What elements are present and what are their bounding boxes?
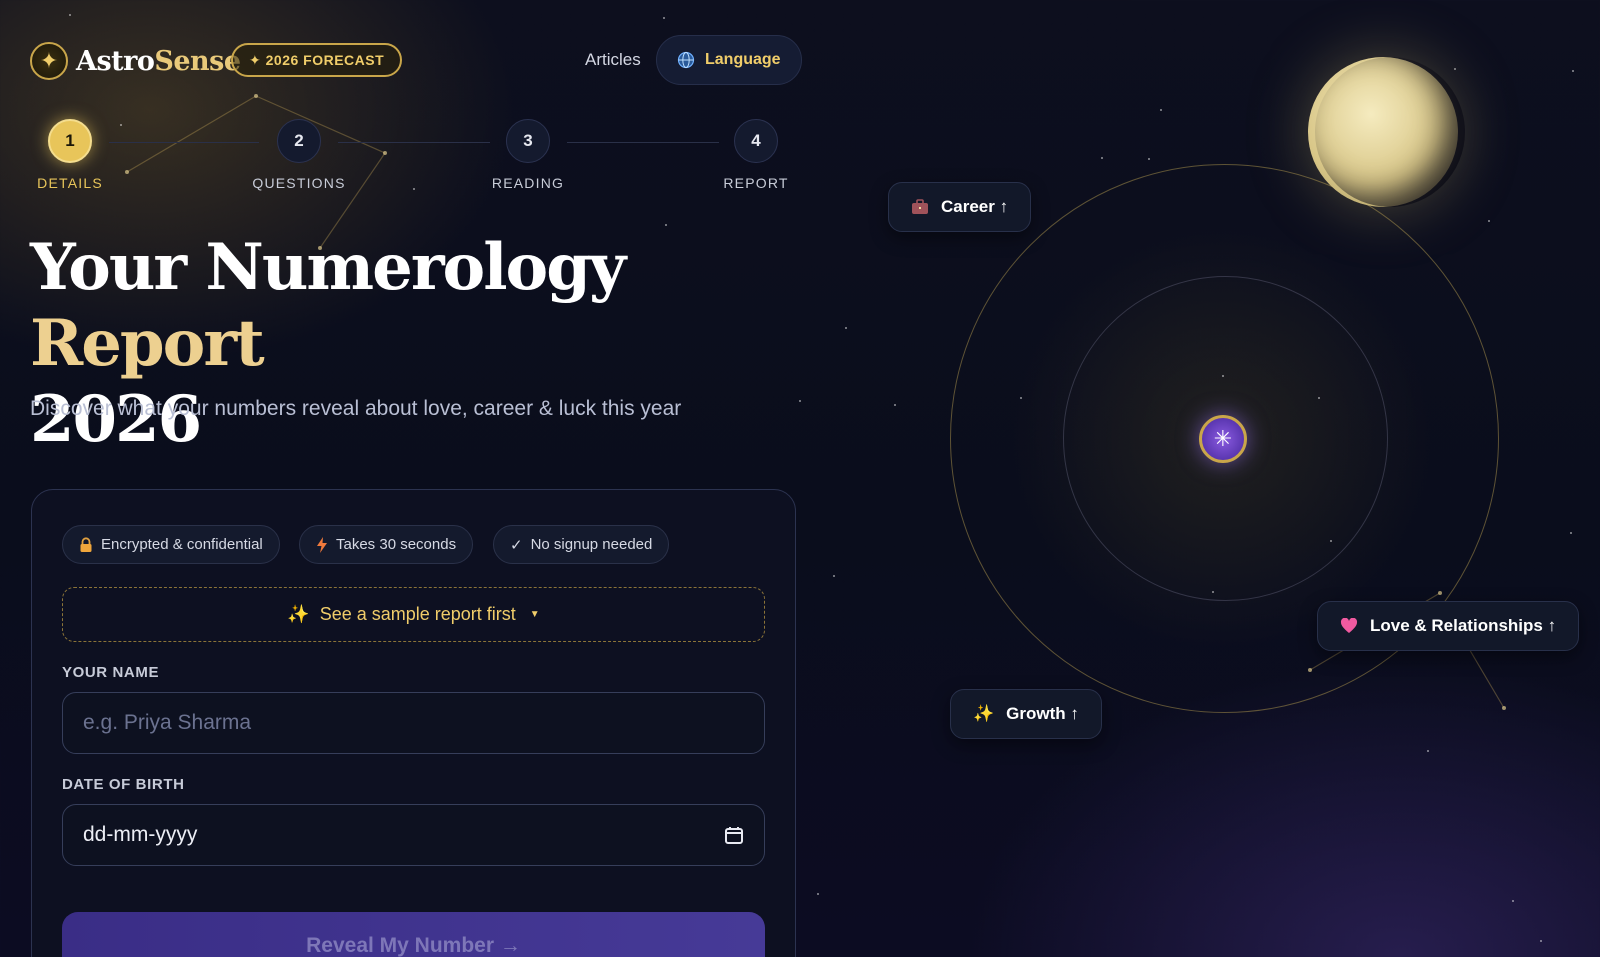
step-report[interactable]: 4 REPORT [696, 119, 816, 191]
dob-input[interactable]: dd-mm-yyyy [83, 823, 724, 847]
language-label: Language [705, 51, 781, 68]
forecast-badge[interactable]: ✦ 2026 FORECAST [231, 43, 403, 77]
chip-speed: Takes 30 seconds [299, 525, 474, 564]
sparkles-icon: ✨ [973, 704, 995, 723]
chip-encrypted: Encrypted & confidential [62, 525, 280, 564]
step-label: REPORT [723, 175, 789, 191]
step-number: 1 [48, 119, 92, 163]
step-number: 2 [277, 119, 321, 163]
briefcase-icon [912, 199, 928, 214]
moon-shadow [1315, 57, 1465, 207]
page-subtitle: Discover what your numbers reveal about … [30, 397, 682, 420]
brand-name: AstroSense [76, 45, 241, 77]
check-icon: ✓ [510, 536, 523, 554]
sample-report-toggle[interactable]: ✨ See a sample report first ▼ [62, 587, 765, 642]
caret-down-icon: ▼ [529, 609, 540, 620]
calendar-icon[interactable] [724, 825, 744, 845]
name-input[interactable] [83, 711, 744, 735]
step-questions[interactable]: 2 QUESTIONS [239, 119, 359, 191]
heart-icon [1340, 618, 1358, 633]
lightning-icon [317, 536, 327, 553]
sparkle-logo-icon: ✦ [30, 42, 68, 80]
dob-label: DATE OF BIRTH [62, 776, 185, 793]
name-label: YOUR NAME [62, 664, 160, 681]
step-label: DETAILS [37, 175, 103, 191]
step-label: QUESTIONS [252, 175, 346, 191]
lock-icon [80, 536, 92, 552]
step-label: READING [491, 175, 565, 191]
globe-icon [677, 51, 695, 69]
reveal-number-button[interactable]: Reveal My Number → [62, 912, 765, 957]
step-connector [109, 142, 259, 143]
step-details[interactable]: 1 DETAILS [10, 119, 130, 191]
name-field[interactable] [62, 692, 765, 754]
step-number: 3 [506, 119, 550, 163]
language-button[interactable]: Language [656, 35, 802, 85]
brand-logo[interactable]: ✦ AstroSense [30, 42, 241, 80]
step-number: 4 [734, 119, 778, 163]
numerology-orb-icon: ✳ [1199, 415, 1247, 463]
tag-love-relationships: Love & Relationships ↑ [1317, 601, 1580, 651]
nav-articles-link[interactable]: Articles [585, 50, 641, 70]
chip-no-signup: ✓ No signup needed [493, 525, 670, 564]
tag-career: Career ↑ [888, 182, 1032, 232]
step-reading[interactable]: 3 READING [468, 119, 588, 191]
tag-growth: ✨ Growth ↑ [950, 689, 1102, 739]
sparkles-icon: ✨ [287, 604, 310, 624]
dob-field[interactable]: dd-mm-yyyy [62, 804, 765, 866]
